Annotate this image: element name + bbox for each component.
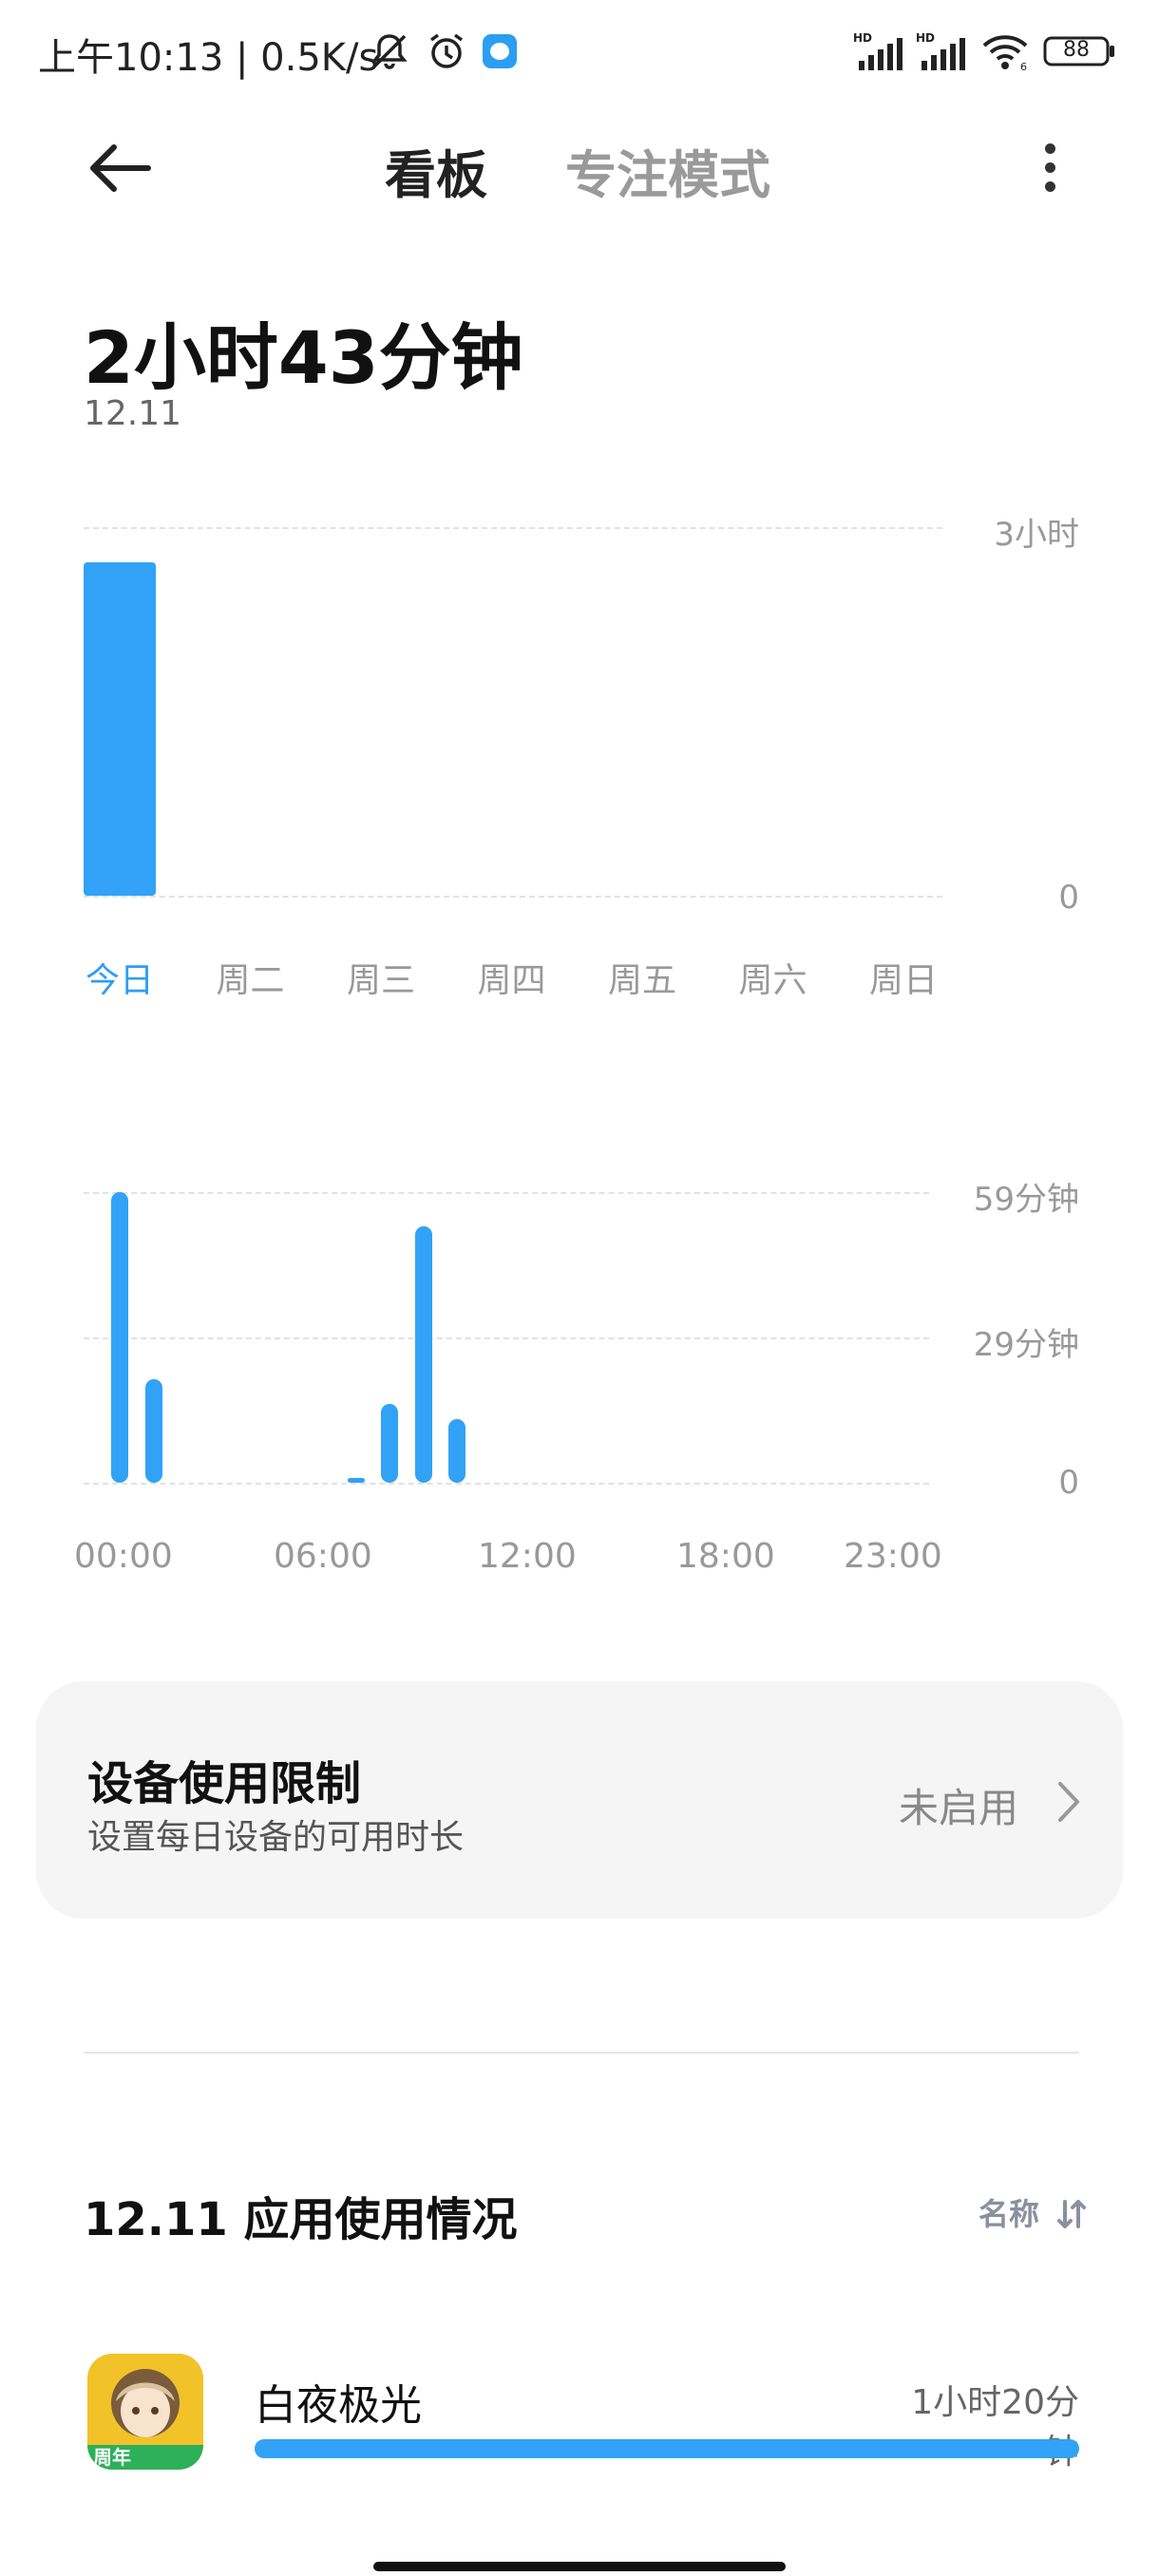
tab-focus-mode[interactable]: 专注模式 [565, 133, 770, 208]
back-button[interactable] [84, 138, 160, 199]
device-limit-status: 未启用 [899, 1785, 1019, 1831]
signal-hd-icon: HD [853, 31, 906, 70]
hourly-bar [111, 1192, 128, 1483]
hourly-y-tick-mid: 29分钟 [973, 1326, 1079, 1364]
hourly-x-tick: 06:00 [274, 1537, 372, 1576]
weekly-day-label[interactable]: 周五 [595, 953, 690, 1002]
sort-button[interactable]: 名称 [978, 2190, 1088, 2234]
status-time-speed: 上午10:13 | 0.5K/s [38, 36, 379, 80]
svg-text:6: 6 [1020, 61, 1027, 72]
more-menu-button[interactable] [1036, 138, 1064, 199]
hourly-bar [414, 1226, 432, 1483]
total-screen-time: 2小时43分钟 [84, 315, 523, 400]
wifi-icon: 6 [980, 32, 1030, 72]
hourly-gridline-mid [84, 1337, 929, 1339]
signal-hd-icon: HD [916, 31, 969, 70]
app-notification-icon [481, 32, 519, 70]
hourly-gridline-bottom [84, 1483, 929, 1485]
summary-date: 12.11 [84, 394, 182, 433]
hourly-bar [381, 1404, 398, 1483]
weekly-day-label[interactable]: 周四 [465, 953, 560, 1002]
hourly-x-tick: 12:00 [478, 1537, 577, 1576]
device-limit-title: 设备使用限制 [87, 1757, 362, 1810]
app-name: 白夜极光 [255, 2381, 422, 2430]
weekly-y-tick-max: 3小时 [994, 516, 1079, 554]
hourly-gridline-top [84, 1192, 929, 1194]
weekly-day-label[interactable]: 周日 [856, 953, 951, 1002]
hourly-y-tick-max: 59分钟 [973, 1181, 1079, 1219]
back-arrow-icon [90, 144, 151, 192]
sort-label: 名称 [978, 2196, 1040, 2232]
weekly-day-label[interactable]: 今日 [72, 953, 167, 1002]
svg-text:HD: HD [853, 31, 872, 45]
weekly-day-label[interactable]: 周三 [333, 953, 428, 1002]
svg-text:HD: HD [916, 31, 935, 45]
home-indicator[interactable] [373, 2562, 786, 2571]
hourly-y-tick-zero: 0 [1058, 1464, 1079, 1502]
app-usage-bar-fill [255, 2439, 1079, 2458]
device-limit-subtitle: 设置每日设备的可用时长 [87, 1818, 465, 1857]
hourly-x-tick: 18:00 [676, 1537, 775, 1576]
hourly-x-tick: 00:00 [74, 1537, 173, 1576]
tab-dashboard[interactable]: 看板 [385, 133, 487, 208]
hourly-bar [448, 1419, 466, 1483]
hourly-x-tick: 23:00 [844, 1537, 942, 1576]
app-usage-time: 1小时20分钟 [911, 2383, 1079, 2472]
section-divider [84, 2052, 1079, 2054]
mute-icon [369, 32, 410, 70]
weekly-day-label[interactable]: 周二 [203, 953, 298, 1002]
chevron-right-icon [1054, 1778, 1083, 1826]
weekly-y-tick-zero: 0 [1058, 879, 1079, 917]
sort-icon [1057, 2200, 1087, 2228]
weekly-day-label[interactable]: 周六 [726, 953, 821, 1002]
alarm-icon [426, 32, 467, 70]
app-usage-bar [255, 2439, 1079, 2458]
hourly-bar [347, 1478, 365, 1483]
weekly-bar[interactable] [84, 562, 156, 896]
svg-text:周年: 周年 [93, 2446, 131, 2469]
hourly-bar [144, 1379, 162, 1483]
battery-level: 88 [1063, 38, 1090, 62]
app-game-icon[interactable]: 周年 [87, 2354, 203, 2470]
app-usage-title: 12.11 应用使用情况 [84, 2193, 518, 2246]
weekly-gridline-top [84, 527, 942, 529]
weekly-gridline-bottom [84, 896, 942, 898]
